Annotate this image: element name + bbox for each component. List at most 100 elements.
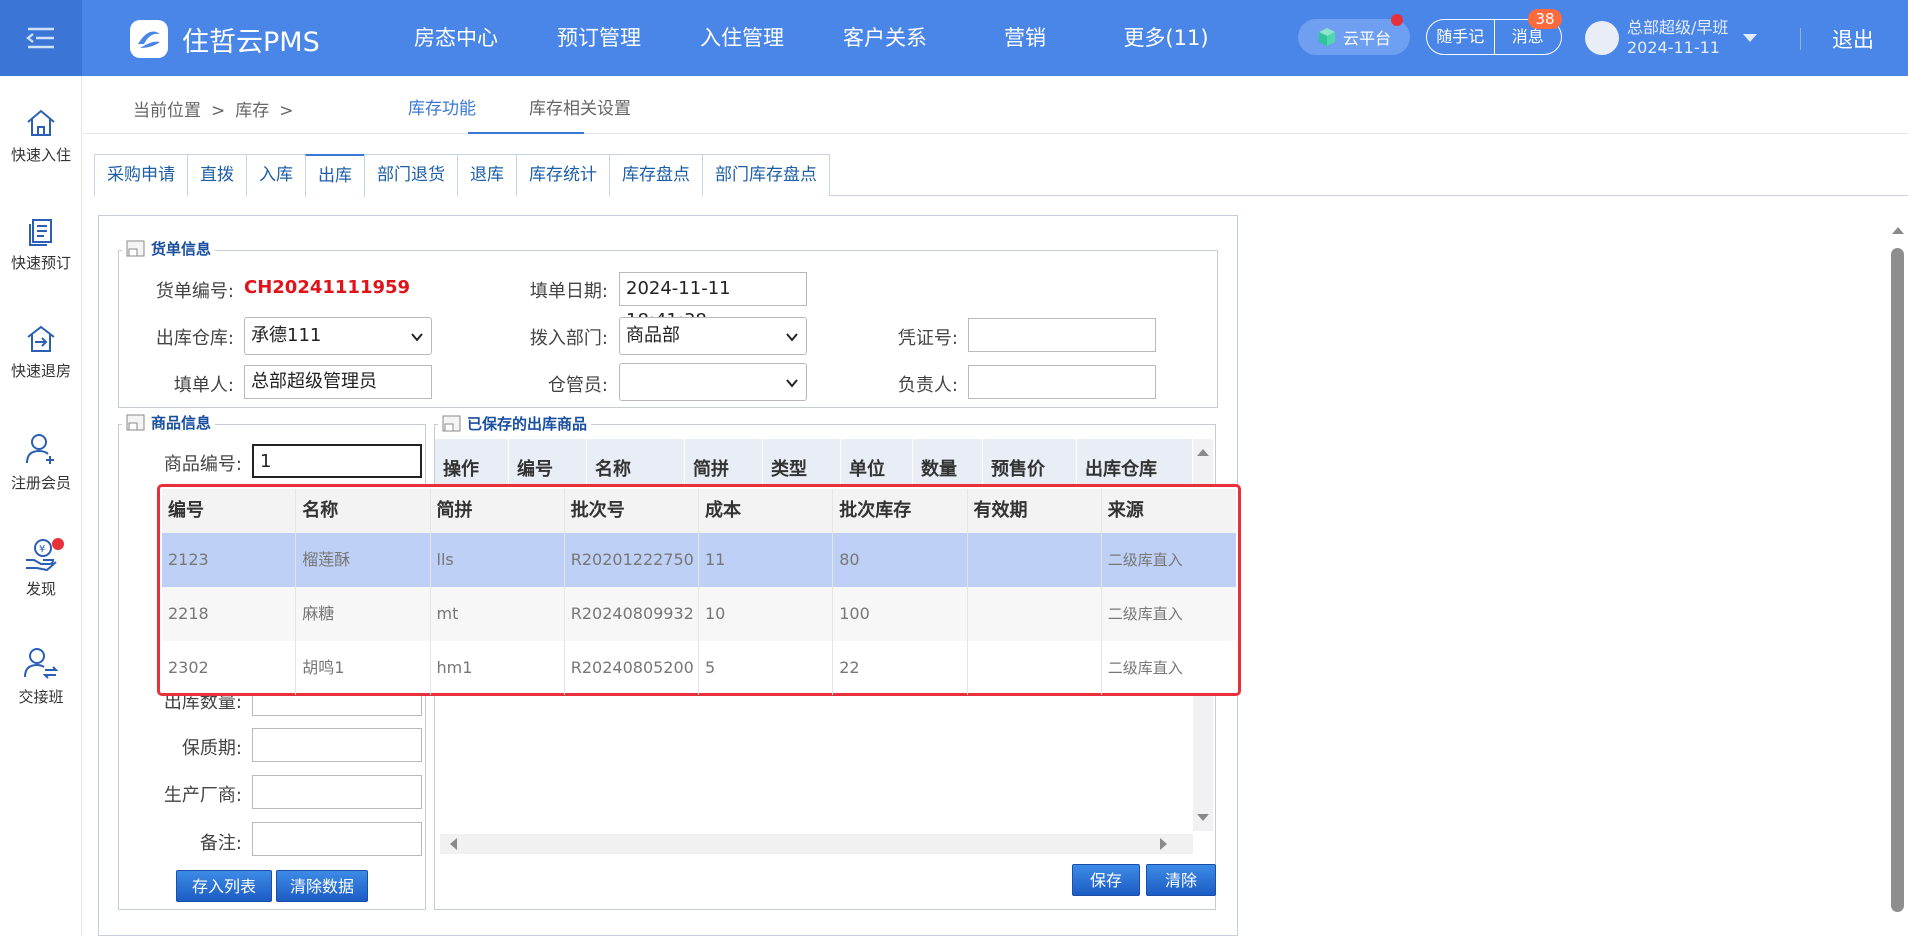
form-icon <box>126 414 145 430</box>
table-cell: 100 <box>833 587 968 641</box>
dept-select[interactable]: 商品部 <box>619 317 807 355</box>
logo-icon <box>130 20 168 58</box>
active-tab-indicator <box>468 132 584 134</box>
sidebar-item-label: 注册会员 <box>10 474 71 492</box>
tab-stock-count[interactable]: 库存盘点 <box>609 154 703 196</box>
nav-checkin[interactable]: 入住管理 <box>674 0 810 76</box>
scroll-right-icon <box>1160 838 1167 850</box>
table-cell: lls <box>431 533 565 587</box>
table-cell: R20240809932 <box>565 587 699 641</box>
table-cell: 麻糖 <box>296 587 431 641</box>
remark-label: 备注: <box>199 833 242 854</box>
tab-inventory-functions[interactable]: 库存功能 <box>408 94 476 119</box>
tab-purchase-request[interactable]: 采购申请 <box>94 154 188 196</box>
sidebar-item-label: 快速预订 <box>10 254 71 272</box>
scroll-left-icon <box>450 838 457 850</box>
sidebar-item-shift-handover[interactable]: 交接班 <box>0 646 82 736</box>
tab-dept-stock-count[interactable]: 部门库存盘点 <box>702 154 830 196</box>
nav-reservations[interactable]: 预订管理 <box>524 0 674 76</box>
filler-label: 填单人: <box>173 375 234 396</box>
sidebar-item-label: 发现 <box>25 580 56 598</box>
table-row[interactable]: 2302 胡鸣1 hm1 R20240805200 5 22 二级库直入 <box>162 641 1236 695</box>
user-name: 总部超级/早班 <box>1627 18 1729 37</box>
table-cell: R20240805200 <box>565 641 699 695</box>
page-vertical-scrollbar[interactable] <box>1888 220 1908 920</box>
add-member-icon <box>26 434 54 464</box>
warehouse-label: 出库仓库: <box>155 328 234 349</box>
top-bar: 住哲云PMS 房态中心 预订管理 入住管理 客户关系 营销 更多(11) 云平台… <box>0 0 1908 76</box>
tab-stock-stats[interactable]: 库存统计 <box>516 154 610 196</box>
menu-toggle-button[interactable] <box>0 0 82 76</box>
order-info-title: 货单信息 <box>151 240 212 258</box>
table-cell: 二级库直入 <box>1107 605 1183 623</box>
nav-marketing[interactable]: 营销 <box>960 0 1090 76</box>
manufacturer-input[interactable] <box>252 775 422 809</box>
saved-goods-title: 已保存的出库商品 <box>467 415 588 433</box>
tab-inventory-settings[interactable]: 库存相关设置 <box>529 94 631 119</box>
table-cell: 80 <box>833 533 968 587</box>
logout-button[interactable]: 退出 <box>1832 24 1874 54</box>
filler-input[interactable]: 总部超级管理员 <box>244 365 432 399</box>
dept-selected-value: 商品部 <box>626 325 680 346</box>
nav-more[interactable]: 更多(11) <box>1090 0 1242 76</box>
breadcrumb-separator: > <box>279 101 294 121</box>
sidebar-item-register-member[interactable]: 注册会员 <box>0 432 82 522</box>
column-header: 有效期 <box>968 489 1102 533</box>
scrollbar-thumb[interactable] <box>1891 248 1904 912</box>
tab-stock-out[interactable]: 出库 <box>305 154 365 197</box>
brand-logo[interactable]: 住哲云PMS <box>128 18 320 60</box>
goods-info-title: 商品信息 <box>151 414 212 432</box>
warehouse-select[interactable]: 承德111 <box>244 317 432 355</box>
table-row[interactable]: 2123 榴莲酥 lls R20201222750 11 80 二级库直入 <box>162 533 1236 587</box>
remark-input[interactable] <box>252 822 422 856</box>
tab-stock-in[interactable]: 入库 <box>246 154 306 196</box>
warehouse-selected-value: 承德111 <box>251 325 322 346</box>
table-cell <box>968 587 1102 641</box>
order-number-label: 货单编号: <box>155 281 234 302</box>
tab-return-stock[interactable]: 退库 <box>457 154 517 196</box>
fill-date-field[interactable]: 2024-11-11 18:41:38 <box>619 272 807 331</box>
nav-customers[interactable]: 客户关系 <box>810 0 960 76</box>
brand-name: 住哲云PMS <box>182 26 320 58</box>
sidebar-item-quick-checkin[interactable]: 快速入住 <box>0 108 82 198</box>
goods-lookup-popup: 编号 名称 简拼 批次号 成本 批次库存 有效期 来源 2123 榴莲酥 lls… <box>157 484 1241 696</box>
breadcrumb-section[interactable]: 库存 <box>235 101 269 121</box>
breadcrumb: 当前位置 > 库存 > <box>133 96 304 121</box>
save-to-list-button[interactable]: 存入列表 <box>176 870 272 902</box>
sidebar-item-quick-booking[interactable]: 快速预订 <box>0 216 82 306</box>
nav-room-status[interactable]: 房态中心 <box>388 0 524 76</box>
main-nav: 房态中心 预订管理 入住管理 客户关系 营销 更多(11) <box>388 0 1242 76</box>
sidebar-item-discover[interactable]: ¥ 发现 <box>0 538 82 628</box>
shelf-life-label: 保质期: <box>181 738 242 759</box>
table-cell: 11 <box>699 533 834 587</box>
keeper-select[interactable] <box>619 363 807 401</box>
clear-button[interactable]: 清除 <box>1146 864 1216 896</box>
shelf-life-input[interactable] <box>252 728 422 762</box>
table-cell: R20201222750 <box>565 533 699 587</box>
goods-code-input[interactable]: 1 <box>252 444 422 478</box>
owner-input[interactable] <box>968 365 1156 399</box>
tab-direct-transfer[interactable]: 直拨 <box>187 154 247 196</box>
table-cell: mt <box>431 587 565 641</box>
table-row[interactable]: 2218 麻糖 mt R20240809932 10 100 二级库直入 <box>162 587 1236 641</box>
goods-code-label: 商品编号: <box>163 454 242 475</box>
fill-date-label: 填单日期: <box>529 281 608 302</box>
sidebar-item-quick-checkout[interactable]: 快速退房 <box>0 324 82 414</box>
voucher-input[interactable] <box>968 318 1156 352</box>
scroll-down-icon <box>1197 814 1209 821</box>
user-menu[interactable]: 总部超级/早班 2024-11-11 <box>1585 18 1758 58</box>
table-cell: 22 <box>833 641 968 695</box>
save-button[interactable]: 保存 <box>1072 864 1140 896</box>
chevron-down-icon <box>411 333 423 342</box>
booking-icon <box>29 219 52 246</box>
column-header: 名称 <box>296 489 431 533</box>
clear-data-button[interactable]: 清除数据 <box>276 870 368 902</box>
discover-notification-dot <box>52 538 64 550</box>
order-number-value: CH20241111959 <box>244 277 411 298</box>
column-header: 批次库存 <box>833 489 968 533</box>
table-header-row: 编号 名称 简拼 批次号 成本 批次库存 有效期 来源 <box>162 489 1236 533</box>
breadcrumb-bar: 当前位置 > 库存 > 库存功能 库存相关设置 <box>83 76 1908 134</box>
tab-dept-return[interactable]: 部门退货 <box>364 154 458 196</box>
saved-table-horizontal-scrollbar[interactable] <box>440 834 1193 854</box>
notes-button[interactable]: 随手记 <box>1427 20 1495 54</box>
